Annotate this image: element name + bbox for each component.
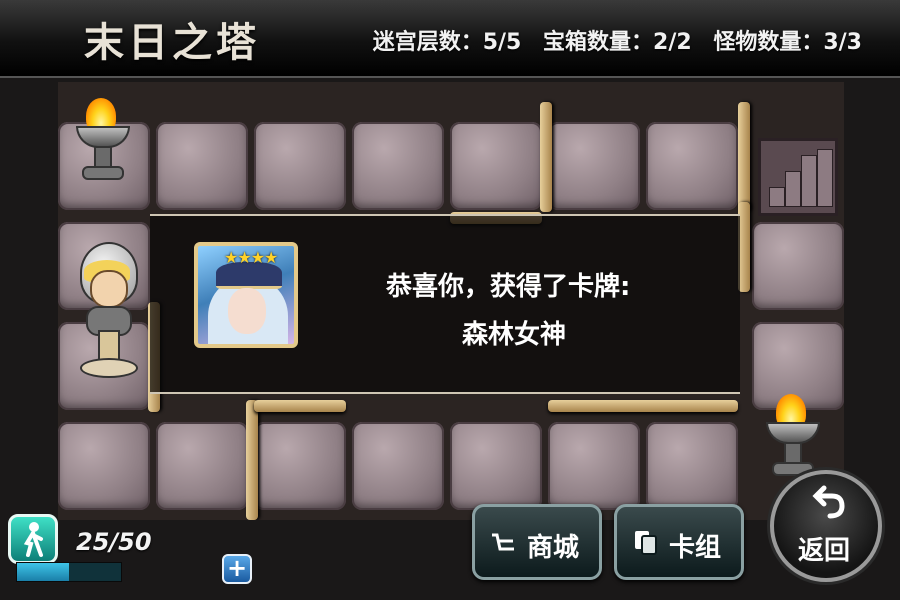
maze-stats: 迷宫层数：5/5 宝箱数量：2/2 怪物数量：3/3 xyxy=(359,24,862,56)
return-arrow-icon xyxy=(810,482,850,531)
floor-tile[interactable] xyxy=(646,122,738,210)
walking-figure-icon xyxy=(8,514,58,564)
maze-wall xyxy=(246,400,258,520)
cart-icon xyxy=(489,527,519,557)
maze-wall xyxy=(540,102,552,212)
top-bar: 末日之塔 迷宫层数：5/5 宝箱数量：2/2 怪物数量：3/3 xyxy=(0,0,900,78)
stairs-icon[interactable] xyxy=(758,138,838,216)
maze-wall xyxy=(738,102,750,212)
player-knight-icon[interactable] xyxy=(74,242,140,382)
maze-board: ★★★★ 恭喜你，获得了卡牌: 森林女神 xyxy=(58,82,844,520)
card-stars: ★★★★ xyxy=(224,248,278,267)
floor-tile[interactable] xyxy=(352,122,444,210)
floor-tile[interactable] xyxy=(156,122,248,210)
chest-count: 宝箱数量：2/2 xyxy=(543,30,692,55)
maze-wall xyxy=(548,400,738,412)
reward-card-name: 森林女神 xyxy=(462,320,567,350)
brazier-icon xyxy=(764,394,820,476)
floor-tile[interactable] xyxy=(58,422,150,510)
page-title: 末日之塔 xyxy=(84,19,260,66)
deck-button[interactable]: 卡组 xyxy=(614,504,744,580)
floor-tile[interactable] xyxy=(352,422,444,510)
back-button-label: 返回 xyxy=(798,536,851,566)
back-button[interactable]: 返回 xyxy=(770,470,882,582)
shop-button-label: 商城 xyxy=(527,533,580,563)
shop-button[interactable]: 商城 xyxy=(472,504,602,580)
deck-button-label: 卡组 xyxy=(669,533,722,563)
floor-tile[interactable] xyxy=(548,422,640,510)
floor-tile[interactable] xyxy=(752,222,844,310)
maze-wall xyxy=(254,400,346,412)
card-portrait[interactable]: ★★★★ xyxy=(194,242,298,348)
floor-count: 迷宫层数：5/5 xyxy=(372,30,522,55)
floor-tile[interactable] xyxy=(548,122,640,210)
brazier-icon xyxy=(74,98,130,180)
floor-tile[interactable] xyxy=(646,422,738,510)
floor-tile[interactable] xyxy=(156,422,248,510)
floor-tile[interactable] xyxy=(254,422,346,510)
floor-tile[interactable] xyxy=(254,122,346,210)
floor-tile[interactable] xyxy=(450,122,542,210)
floor-tile[interactable] xyxy=(450,422,542,510)
stamina-bar xyxy=(16,562,122,582)
add-stamina-button[interactable]: + xyxy=(222,554,252,584)
monster-count: 怪物数量：3/3 xyxy=(713,30,862,55)
cards-icon xyxy=(631,527,661,557)
stamina-bar-fill xyxy=(17,563,69,581)
reward-message: 恭喜你，获得了卡牌: xyxy=(386,272,631,302)
reward-dialog[interactable]: ★★★★ 恭喜你，获得了卡牌: 森林女神 xyxy=(150,214,740,394)
stamina-value: 25/50 xyxy=(76,528,152,556)
